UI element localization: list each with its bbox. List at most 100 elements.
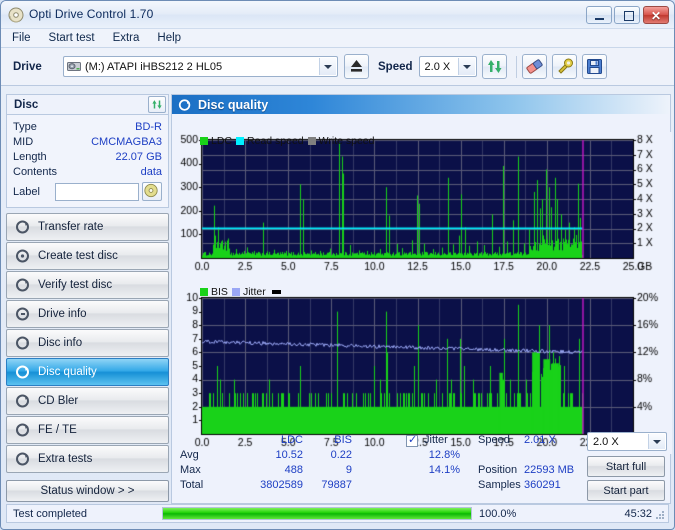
sidebar-item-drive-info[interactable]: Drive info bbox=[6, 300, 169, 328]
sidebar-label: Disc info bbox=[38, 337, 83, 349]
disc-refresh-button[interactable] bbox=[148, 96, 166, 113]
sidebar-label: CD Bler bbox=[38, 395, 79, 407]
maximize-button[interactable] bbox=[614, 6, 640, 24]
position-value: 22593 MB bbox=[524, 464, 575, 476]
app-window: Opti Drive Control 1.70 ✕ File Start tes… bbox=[0, 0, 675, 530]
disc-key-label: Label bbox=[13, 185, 40, 198]
legend-label-read-speed: Read speed bbox=[247, 135, 304, 147]
optical-drive-icon bbox=[67, 62, 81, 71]
status-window-button[interactable]: Status window > > bbox=[6, 480, 169, 502]
extra-tests-icon bbox=[16, 452, 29, 466]
sidebar-label: Drive info bbox=[38, 308, 87, 320]
legend-swatch-jitter bbox=[231, 288, 240, 296]
title-bar: Opti Drive Control 1.70 ✕ bbox=[1, 1, 674, 29]
drive-value: (M:) ATAPI iHBS212 2 HL05 bbox=[85, 60, 223, 73]
tools-icon bbox=[557, 58, 573, 74]
results-header-ldc: LDC bbox=[280, 434, 303, 446]
cd-bler-icon bbox=[16, 394, 29, 408]
drive-toolbar: Drive (M:) ATAPI iHBS212 2 HL05 Speed 2.… bbox=[1, 48, 674, 86]
row-label-avg: Avg bbox=[180, 449, 199, 461]
drive-dropdown-arrow[interactable] bbox=[319, 58, 336, 75]
erase-button[interactable] bbox=[521, 54, 547, 79]
disc-quality-icon bbox=[178, 98, 191, 111]
disc-value-mid: CMCMAGBA3 bbox=[91, 135, 162, 148]
test-speed-select[interactable]: 2.0 X bbox=[587, 432, 667, 451]
progress-bar bbox=[162, 507, 472, 520]
page-title: Disc quality bbox=[198, 97, 269, 112]
progress-percent: 100.0% bbox=[479, 507, 517, 520]
disc-label-input[interactable] bbox=[55, 182, 139, 201]
row-label-max: Max bbox=[180, 464, 201, 476]
start-part-button[interactable]: Start part bbox=[587, 480, 665, 501]
left-panel: Disc Type BD-R MID CMCMAGBA3 Length 22.0… bbox=[6, 94, 169, 502]
disc-info-box: Type BD-R MID CMCMAGBA3 Length 22.07 GB … bbox=[6, 115, 169, 208]
verify-test-disc-icon bbox=[16, 278, 29, 292]
disc-value-contents: data bbox=[140, 165, 162, 178]
avg-bis: 0.22 bbox=[330, 449, 352, 461]
start-full-button[interactable]: Start full bbox=[587, 456, 665, 477]
legend-swatch-read-speed bbox=[236, 137, 245, 145]
disc-label-button[interactable] bbox=[142, 182, 162, 201]
panel-header: Disc quality bbox=[172, 95, 670, 114]
tools-button[interactable] bbox=[551, 54, 577, 79]
create-test-disc-icon bbox=[16, 249, 29, 263]
menu-item-file[interactable]: File bbox=[10, 31, 33, 45]
disc-value-type: BD-R bbox=[135, 120, 162, 133]
disc-icon bbox=[144, 183, 158, 198]
legend-label-bis: BIS bbox=[211, 286, 228, 298]
eject-button[interactable] bbox=[344, 54, 369, 79]
refresh-icon bbox=[152, 100, 162, 109]
sidebar-label: Create test disc bbox=[38, 250, 118, 262]
sidebar-item-verify-test-disc[interactable]: Verify test disc bbox=[6, 271, 169, 299]
sidebar-item-extra-tests[interactable]: Extra tests bbox=[6, 445, 169, 473]
minimize-button[interactable] bbox=[586, 6, 612, 24]
disc-info-icon bbox=[16, 336, 29, 350]
refresh-button[interactable] bbox=[481, 54, 507, 79]
refresh-icon bbox=[487, 60, 502, 73]
position-label: Position bbox=[478, 464, 518, 476]
speed-value: 2.0 X bbox=[424, 60, 451, 73]
disc-quality-panel: Disc quality LDC Read speed Write speed … bbox=[171, 94, 672, 504]
avg-jitter: 12.8% bbox=[428, 449, 460, 461]
disc-key-type: Type bbox=[13, 120, 37, 133]
speed-select[interactable]: 2.0 X bbox=[418, 56, 477, 77]
test-speed-dropdown-arrow[interactable] bbox=[648, 434, 665, 449]
drive-label: Drive bbox=[13, 60, 42, 73]
sidebar-item-disc-quality[interactable]: Disc quality bbox=[6, 358, 169, 386]
menu-bar: File Start test Extra Help bbox=[1, 29, 674, 48]
speed-dropdown-arrow[interactable] bbox=[457, 58, 475, 75]
sidebar-label: Transfer rate bbox=[38, 221, 104, 233]
bis-chart-legend: BIS Jitter bbox=[200, 286, 281, 298]
status-message: Test completed bbox=[13, 507, 87, 520]
legend-label-ldc: LDC bbox=[211, 135, 233, 147]
elapsed-time: 45:32 bbox=[624, 507, 652, 520]
sidebar-label: FE / TE bbox=[38, 424, 77, 436]
sidebar-label: Extra tests bbox=[38, 453, 93, 465]
disc-row-contents: Contents data bbox=[13, 164, 162, 179]
menu-item-extra[interactable]: Extra bbox=[111, 31, 142, 45]
disc-label-row: Label bbox=[13, 181, 162, 202]
legend-swatch-write-speed bbox=[307, 137, 316, 145]
sidebar-item-disc-info[interactable]: Disc info bbox=[6, 329, 169, 357]
app-icon bbox=[8, 7, 24, 23]
disc-quality-icon bbox=[16, 365, 29, 379]
window-title: Opti Drive Control 1.70 bbox=[29, 7, 154, 21]
save-button[interactable] bbox=[581, 54, 607, 79]
max-ldc: 488 bbox=[284, 464, 303, 476]
sidebar-item-transfer-rate[interactable]: Transfer rate bbox=[6, 213, 169, 241]
close-button[interactable]: ✕ bbox=[643, 6, 669, 24]
jitter-checkbox[interactable] bbox=[406, 433, 418, 447]
total-bis: 79887 bbox=[321, 479, 352, 491]
sidebar-item-fe-te[interactable]: FE / TE bbox=[6, 416, 169, 444]
legend-swatch-bis bbox=[200, 288, 208, 296]
disc-key-mid: MID bbox=[13, 135, 34, 148]
disc-row-length: Length 22.07 GB bbox=[13, 149, 162, 164]
sidebar-item-cd-bler[interactable]: CD Bler bbox=[6, 387, 169, 415]
sidebar-item-create-test-disc[interactable]: Create test disc bbox=[6, 242, 169, 270]
drive-select[interactable]: (M:) ATAPI iHBS212 2 HL05 bbox=[63, 56, 338, 77]
sidebar-label: Disc quality bbox=[38, 366, 97, 378]
resize-grip-icon[interactable] bbox=[655, 510, 665, 520]
menu-item-start-test[interactable]: Start test bbox=[47, 31, 97, 45]
total-ldc: 3802589 bbox=[260, 479, 303, 491]
menu-item-help[interactable]: Help bbox=[155, 31, 183, 45]
